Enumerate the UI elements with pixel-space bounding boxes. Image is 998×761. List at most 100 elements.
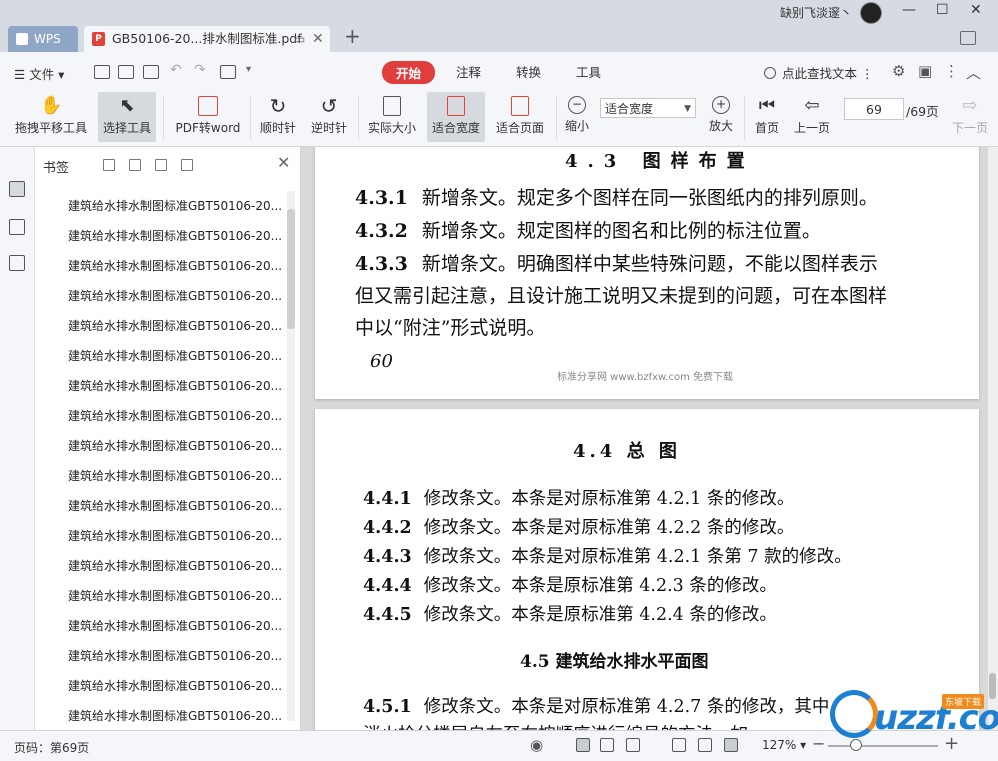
select-tool-button[interactable]: ⬉ 选择工具 bbox=[98, 92, 156, 142]
bookmark-item[interactable]: 建筑给水排水制图标准GBT50106-20... bbox=[35, 551, 285, 581]
fit-width-button[interactable]: 适合宽度 bbox=[427, 92, 485, 142]
bookmark-item[interactable]: 建筑给水排水制图标准GBT50106-20... bbox=[35, 701, 285, 731]
zoom-out-label: 缩小 bbox=[564, 119, 589, 133]
fit-width-status-icon[interactable] bbox=[724, 738, 738, 752]
logo-ring-icon bbox=[830, 690, 878, 738]
maximize-icon[interactable]: ☐ bbox=[936, 2, 949, 18]
expand-all-icon[interactable] bbox=[103, 159, 115, 171]
new-tab-button[interactable]: + bbox=[344, 24, 361, 48]
delete-bookmark-icon[interactable] bbox=[181, 159, 193, 171]
bookmark-item[interactable]: 建筑给水排水制图标准GBT50106-20... bbox=[35, 611, 285, 641]
minimize-icon[interactable]: — bbox=[902, 2, 916, 18]
tab-convert[interactable]: 转换 bbox=[516, 62, 541, 81]
collapse-all-icon[interactable] bbox=[129, 159, 141, 171]
bookmark-item[interactable]: 建筑给水排水制图标准GBT50106-20... bbox=[35, 641, 285, 671]
actual-size-icon bbox=[383, 96, 401, 116]
attachment-icon[interactable] bbox=[9, 255, 25, 271]
bookmark-item[interactable]: 建筑给水排水制图标准GBT50106-20... bbox=[35, 221, 285, 251]
page-number-input[interactable]: 69 bbox=[844, 98, 904, 120]
zoom-out-button[interactable]: − 缩小 bbox=[562, 92, 592, 142]
user-name[interactable]: 缺别飞淡邃丶 bbox=[780, 4, 852, 21]
undo-icon[interactable]: ↶ bbox=[170, 62, 182, 78]
find-text-search[interactable]: 点此查找文本 ⋮ bbox=[764, 63, 874, 82]
rotate-clockwise-label: 顺时针 bbox=[259, 121, 296, 135]
bookmark-item[interactable]: 建筑给水排水制图标准GBT50106-20... bbox=[35, 341, 285, 371]
prev-page-label: 上一页 bbox=[793, 121, 830, 135]
document-scrollbar[interactable] bbox=[988, 147, 998, 730]
document-viewer[interactable]: 4.3 图样布置 4.3.1 新增条文。规定多个图样在同一张图纸内的排列原则。 4… bbox=[301, 147, 998, 730]
more-options-icon[interactable]: ⋮ bbox=[944, 62, 959, 80]
clause-line: 4.5.1 修改条文。本条是对原标准第 4.2.7 条的修改，其中 bbox=[363, 693, 829, 718]
double-page-view-icon[interactable] bbox=[600, 738, 614, 752]
eye-protection-icon[interactable]: ◉ bbox=[530, 736, 543, 754]
rotate-clockwise-button[interactable]: ↻ 顺时针 bbox=[256, 92, 300, 142]
zoom-slider[interactable] bbox=[828, 745, 938, 747]
bookmark-item[interactable]: 建筑给水排水制图标准GBT50106-20... bbox=[35, 461, 285, 491]
bookmark-list-icon[interactable] bbox=[9, 181, 25, 197]
zoom-minus-button[interactable]: − bbox=[812, 734, 825, 753]
actual-size-status-icon[interactable] bbox=[672, 738, 686, 752]
first-page-icon: ⏮ bbox=[758, 95, 776, 116]
tab-tools[interactable]: 工具 bbox=[576, 62, 601, 81]
file-menu-label: 文件 bbox=[29, 67, 55, 82]
section-heading: 4.5 建筑给水排水平面图 bbox=[520, 652, 709, 672]
redo-icon[interactable]: ↷ bbox=[194, 62, 206, 78]
fit-page-button[interactable]: 适合页面 bbox=[492, 92, 548, 142]
bookmark-item[interactable]: 建筑给水排水制图标准GBT50106-20... bbox=[35, 401, 285, 431]
tab-annotate[interactable]: 注释 bbox=[456, 62, 481, 81]
settings-gear-icon[interactable]: ⚙ bbox=[892, 62, 905, 80]
bookmark-scroll-thumb[interactable] bbox=[287, 209, 295, 329]
print-icon[interactable] bbox=[143, 65, 159, 79]
pdf-to-word-button[interactable]: PDF转word bbox=[172, 92, 244, 142]
file-menu[interactable]: ☰ 文件 ▾ bbox=[14, 64, 64, 83]
first-page-button[interactable]: ⏮ 首页 bbox=[750, 92, 784, 142]
page-number-label: 60 bbox=[370, 351, 393, 372]
thumbnail-image-icon[interactable] bbox=[9, 219, 25, 235]
single-page-view-icon[interactable] bbox=[576, 738, 590, 752]
comment-icon[interactable]: ▣ bbox=[918, 62, 932, 80]
clause-number: 4.3.1 bbox=[355, 187, 408, 209]
tab-start[interactable]: 开始 bbox=[382, 61, 436, 84]
bookmark-item[interactable]: 建筑给水排水制图标准GBT50106-20... bbox=[35, 521, 285, 551]
clause-continuation: 中以“附注”形式说明。 bbox=[355, 317, 546, 339]
fit-page-icon bbox=[511, 96, 529, 116]
next-page-button[interactable]: ⇨ 下一页 bbox=[950, 92, 990, 142]
bookmark-item[interactable]: 建筑给水排水制图标准GBT50106-20... bbox=[35, 491, 285, 521]
actual-size-button[interactable]: 实际大小 bbox=[364, 92, 420, 142]
close-window-icon[interactable]: ✕ bbox=[970, 2, 982, 18]
bookmark-item[interactable]: 建筑给水排水制图标准GBT50106-20... bbox=[35, 311, 285, 341]
bookmark-item[interactable]: 建筑给水排水制图标准GBT50106-20... bbox=[35, 431, 285, 461]
add-bookmark-icon[interactable] bbox=[155, 159, 167, 171]
quick-access-dropdown-icon[interactable]: ▾ bbox=[246, 64, 251, 75]
open-folder-icon[interactable] bbox=[94, 65, 110, 79]
continuous-view-icon[interactable] bbox=[626, 738, 640, 752]
bookmark-item[interactable]: 建筑给水排水制图标准GBT50106-20... bbox=[35, 251, 285, 281]
clause-text: 修改条文。本条是原标准第 4.2.3 条的修改。 bbox=[423, 576, 777, 596]
section-heading: 4.4 总 图 bbox=[573, 441, 681, 462]
rotate-counterclockwise-button[interactable]: ↺ 逆时针 bbox=[307, 92, 351, 142]
document-tab[interactable]: P GB50106-20...排水制图标准.pdf ▭ ✕ bbox=[84, 26, 330, 52]
save-icon[interactable] bbox=[118, 65, 134, 79]
zoom-in-button[interactable]: + 放大 bbox=[704, 92, 738, 142]
zoom-level[interactable]: 127% ▾ bbox=[762, 738, 806, 752]
bookmark-item[interactable]: 建筑给水排水制图标准GBT50106-20... bbox=[35, 581, 285, 611]
zoom-mode-select[interactable]: 适合宽度 ▼ bbox=[600, 98, 696, 118]
wps-home-tab[interactable]: WPS bbox=[8, 26, 78, 52]
collapse-ribbon-icon[interactable]: ︿ bbox=[966, 62, 981, 83]
left-rail bbox=[0, 147, 35, 730]
side-panel-toggle-icon[interactable] bbox=[960, 31, 976, 45]
bookmark-item[interactable]: 建筑给水排水制图标准GBT50106-20... bbox=[35, 671, 285, 701]
close-panel-icon[interactable]: ✕ bbox=[277, 153, 290, 172]
prev-page-button[interactable]: ⇦ 上一页 bbox=[792, 92, 832, 142]
bookmark-item[interactable]: 建筑给水排水制图标准GBT50106-20... bbox=[35, 371, 285, 401]
fit-page-status-icon[interactable] bbox=[698, 738, 712, 752]
close-tab-icon[interactable]: ✕ bbox=[312, 26, 324, 52]
export-image-icon[interactable] bbox=[220, 65, 236, 79]
avatar[interactable] bbox=[860, 2, 882, 24]
cursor-arrow-icon: ⬉ bbox=[119, 95, 135, 116]
actual-size-label: 实际大小 bbox=[367, 121, 416, 135]
bookmark-item[interactable]: 建筑给水排水制图标准GBT50106-20... bbox=[35, 281, 285, 311]
pan-tool-button[interactable]: ✋ 拖拽平移工具 bbox=[12, 92, 90, 142]
monitor-icon[interactable]: ▭ bbox=[294, 26, 305, 52]
bookmark-item[interactable]: 建筑给水排水制图标准GBT50106-20... bbox=[35, 191, 285, 221]
